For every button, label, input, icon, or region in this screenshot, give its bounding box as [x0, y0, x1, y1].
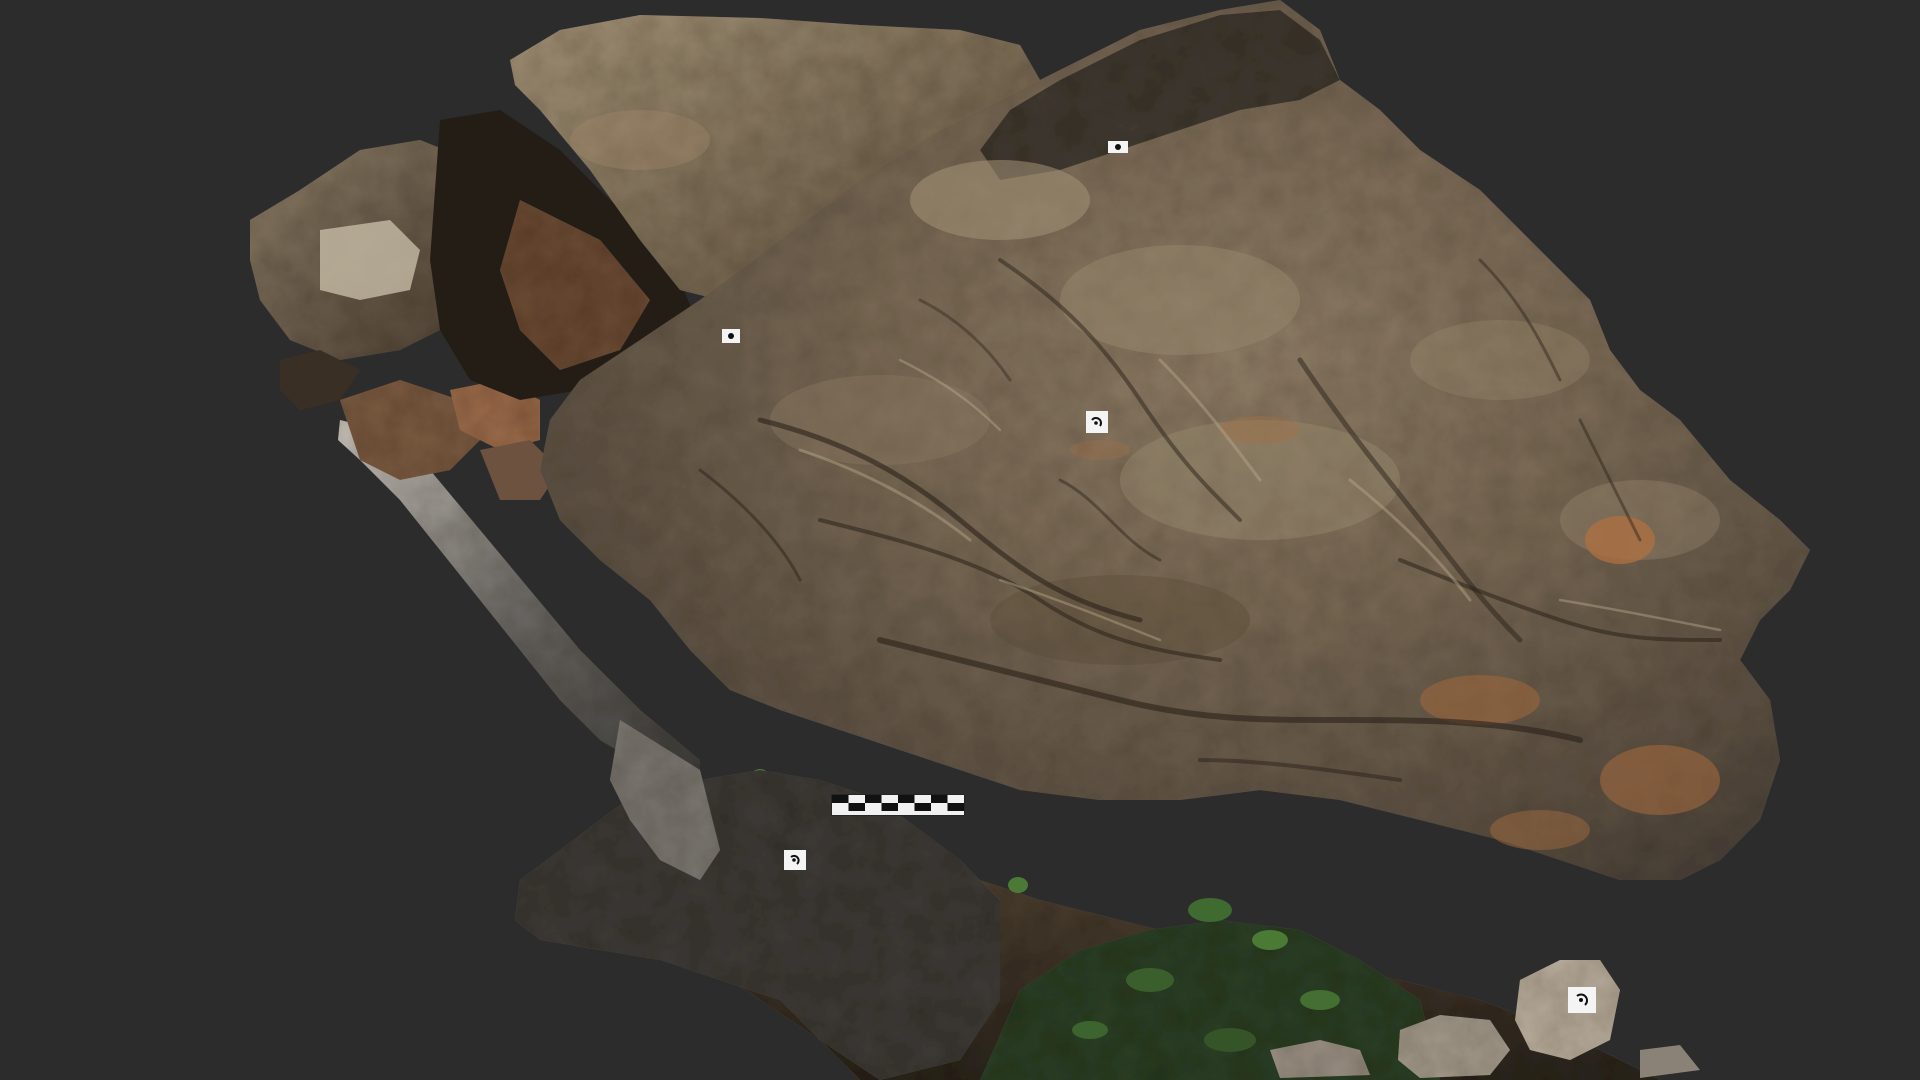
scale-bar: [831, 794, 965, 816]
target-marker-left-upper: [722, 329, 740, 343]
target-marker-center: [1086, 411, 1108, 433]
scale-bar-segment: [947, 795, 964, 803]
scale-bar-segment: [914, 803, 931, 811]
scale-bar-segment: [947, 803, 964, 811]
target-marker-lower-right: [1568, 987, 1596, 1013]
scale-bar-segment: [881, 803, 898, 811]
scale-bar-segment: [832, 795, 849, 803]
scale-bar-segment: [848, 795, 865, 803]
scale-bar-segment: [881, 795, 898, 803]
model-canvas[interactable]: [0, 0, 1920, 1080]
scale-bar-segment: [931, 803, 948, 811]
scale-bar-segments: [832, 795, 964, 811]
scale-bar-segment: [832, 803, 849, 811]
scale-bar-segment: [898, 803, 915, 811]
scale-bar-segment: [848, 803, 865, 811]
scale-bar-segment: [898, 795, 915, 803]
rock-lower-left: [515, 770, 1000, 1080]
scale-bar-segment: [865, 795, 882, 803]
scale-bar-segment: [914, 795, 931, 803]
target-marker-upper: [1108, 141, 1128, 153]
scale-bar-segment: [865, 803, 882, 811]
viewport-scene[interactable]: [0, 0, 1920, 1080]
target-marker-lower-left: [784, 850, 806, 870]
scale-bar-segment: [931, 795, 948, 803]
